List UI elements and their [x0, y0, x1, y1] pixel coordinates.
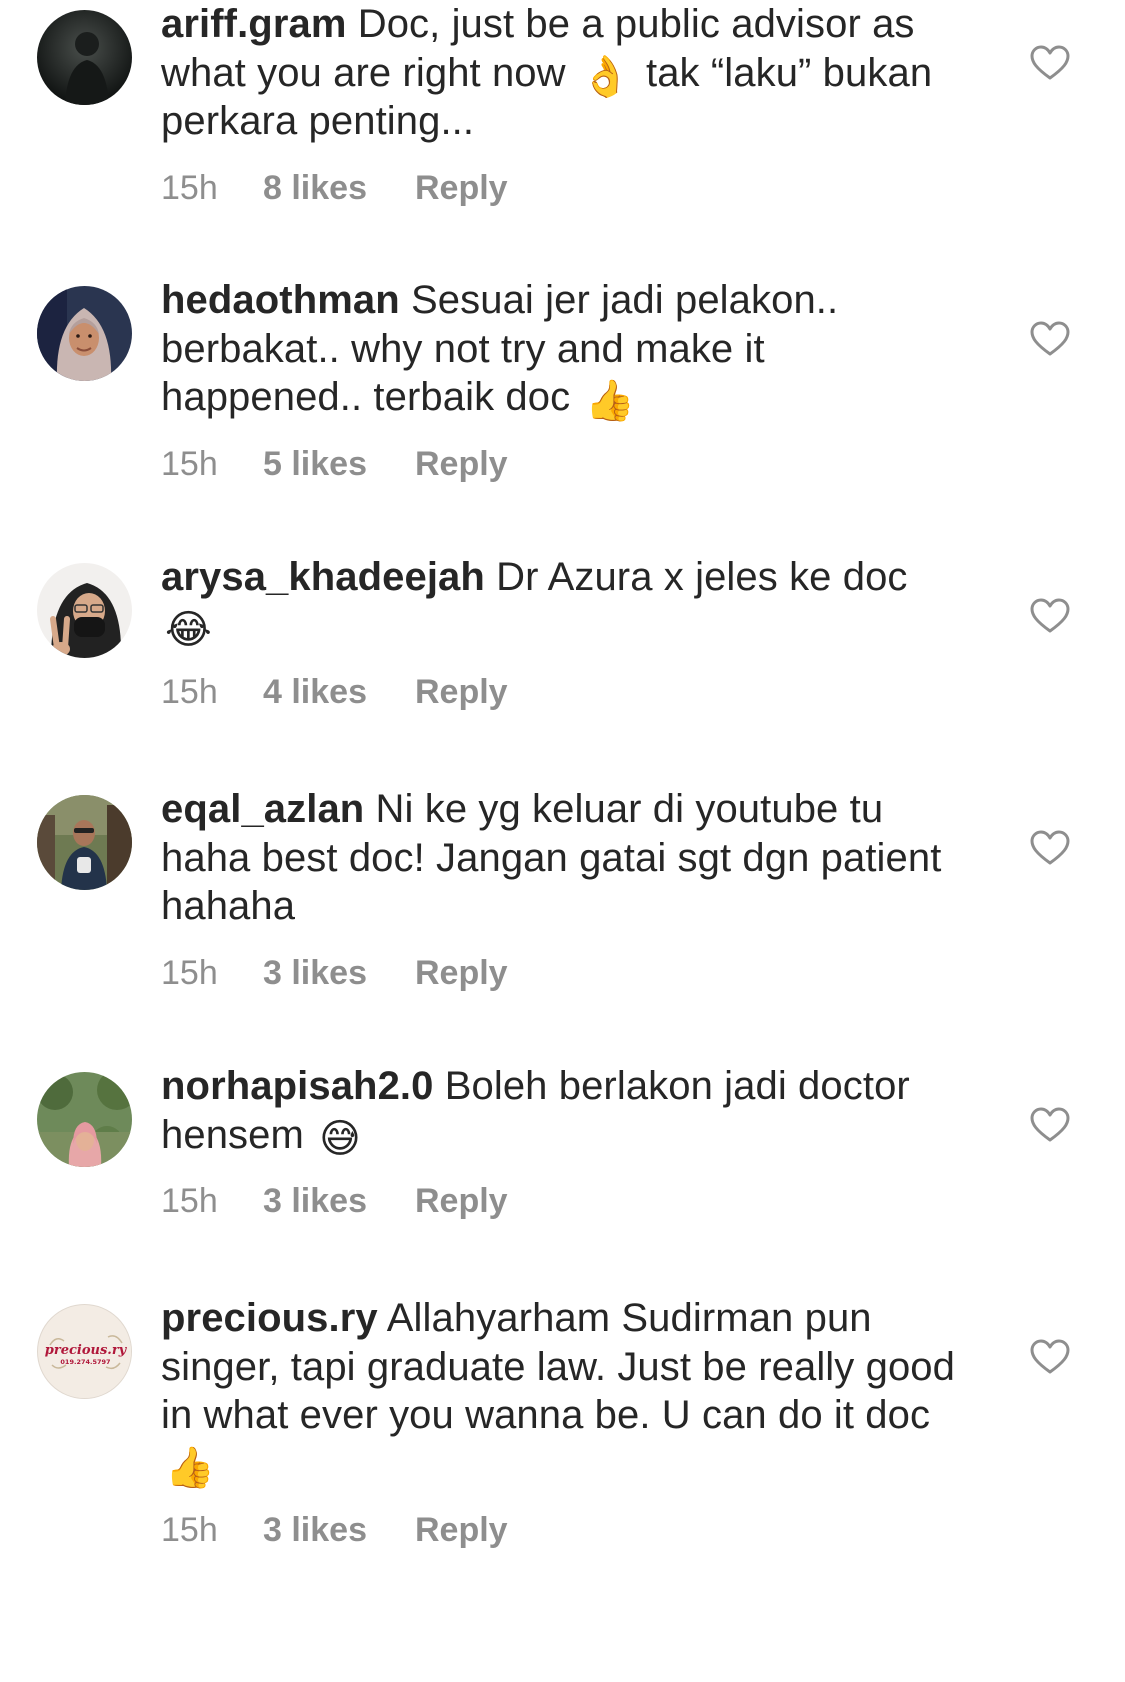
comment-body: norhapisah2.0 Boleh berlakon jadi doctor…	[161, 1062, 961, 1223]
comment-body: precious.ry Allahyarham Sudirman pun sin…	[161, 1294, 961, 1552]
woman-garden-avatar[interactable]	[37, 1072, 132, 1167]
brand-logo-avatar[interactable]: precious.ry 019.274.5797	[37, 1304, 132, 1399]
comment-body: ariff.gram Doc, just be a public advisor…	[161, 0, 961, 210]
like-heart-icon[interactable]	[1030, 598, 1070, 634]
comment-time: 15h	[161, 1182, 218, 1220]
comment-text: hedaothman Sesuai jer jadi pelakon.. ber…	[161, 276, 961, 422]
comment-meta: 15h 8 likes Reply	[161, 166, 961, 210]
hijab-portrait-avatar[interactable]	[37, 286, 132, 381]
comment-likes-link[interactable]: 3 likes	[263, 951, 415, 995]
comment-likes-link[interactable]: 4 likes	[263, 670, 415, 714]
comment-meta: 15h 5 likes Reply	[161, 442, 961, 486]
comment-body: arysa_khadeejah Dr Azura x jeles ke doc …	[161, 553, 961, 714]
comment-likes-link[interactable]: 3 likes	[263, 1508, 415, 1552]
comment-username[interactable]: norhapisah2.0	[161, 1064, 434, 1108]
emoji-icon: 👌	[580, 53, 631, 100]
comment-body: eqal_azlan Ni ke yg keluar di youtube tu…	[161, 785, 961, 995]
reply-button[interactable]: Reply	[415, 166, 508, 210]
comment-likes-link[interactable]: 3 likes	[263, 1179, 415, 1223]
masked-peace-sign-avatar[interactable]	[37, 563, 132, 658]
comment-username[interactable]: hedaothman	[161, 278, 400, 322]
man-outdoor-avatar[interactable]	[37, 795, 132, 890]
comment-body: hedaothman Sesuai jer jadi pelakon.. ber…	[161, 276, 961, 486]
like-heart-icon[interactable]	[1030, 45, 1070, 81]
comment-time: 15h	[161, 673, 218, 711]
reply-button[interactable]: Reply	[415, 442, 508, 486]
reply-button[interactable]: Reply	[415, 670, 508, 714]
comment-time: 15h	[161, 168, 218, 207]
like-heart-icon[interactable]	[1030, 1339, 1070, 1375]
comment-time: 15h	[161, 444, 218, 483]
comment-text-segment: Dr Azura x jeles ke doc	[484, 555, 908, 599]
like-heart-icon[interactable]	[1030, 321, 1070, 357]
comment-likes-link[interactable]: 5 likes	[263, 442, 415, 486]
comment-meta: 15h 3 likes Reply	[161, 1179, 961, 1223]
comment-text: ariff.gram Doc, just be a public advisor…	[161, 0, 961, 146]
emoji-icon: 😂	[165, 606, 212, 653]
emoji-icon: 👍	[165, 1444, 215, 1491]
comment-username[interactable]: eqal_azlan	[161, 787, 364, 831]
comment-likes-link[interactable]: 8 likes	[263, 166, 415, 210]
comment-meta: 15h 3 likes Reply	[161, 1508, 961, 1552]
like-heart-icon[interactable]	[1030, 830, 1070, 866]
comment-username[interactable]: ariff.gram	[161, 2, 347, 46]
emoji-icon: 👍	[585, 378, 636, 424]
like-heart-icon[interactable]	[1030, 1107, 1070, 1143]
comment-text: arysa_khadeejah Dr Azura x jeles ke doc …	[161, 553, 961, 650]
avatar-logo-text: precious.ry	[45, 1343, 128, 1358]
emoji-icon: 😅	[319, 1115, 361, 1162]
comment-time: 15h	[161, 953, 218, 992]
avatar-logo-phone: 019.274.5797	[60, 1358, 110, 1366]
comment-meta: 15h 4 likes Reply	[161, 670, 961, 714]
comment-meta: 15h 3 likes Reply	[161, 951, 961, 995]
comment-text: norhapisah2.0 Boleh berlakon jadi doctor…	[161, 1062, 961, 1159]
reply-button[interactable]: Reply	[415, 1179, 508, 1223]
reply-button[interactable]: Reply	[415, 951, 508, 995]
comment-username[interactable]: precious.ry	[161, 1296, 378, 1340]
comment-text: eqal_azlan Ni ke yg keluar di youtube tu…	[161, 785, 961, 931]
comment-text: precious.ry Allahyarham Sudirman pun sin…	[161, 1294, 961, 1488]
reply-button[interactable]: Reply	[415, 1508, 508, 1552]
comment-username[interactable]: arysa_khadeejah	[161, 555, 485, 599]
comment-time: 15h	[161, 1511, 218, 1549]
dark-silhouette-avatar[interactable]	[37, 10, 132, 105]
